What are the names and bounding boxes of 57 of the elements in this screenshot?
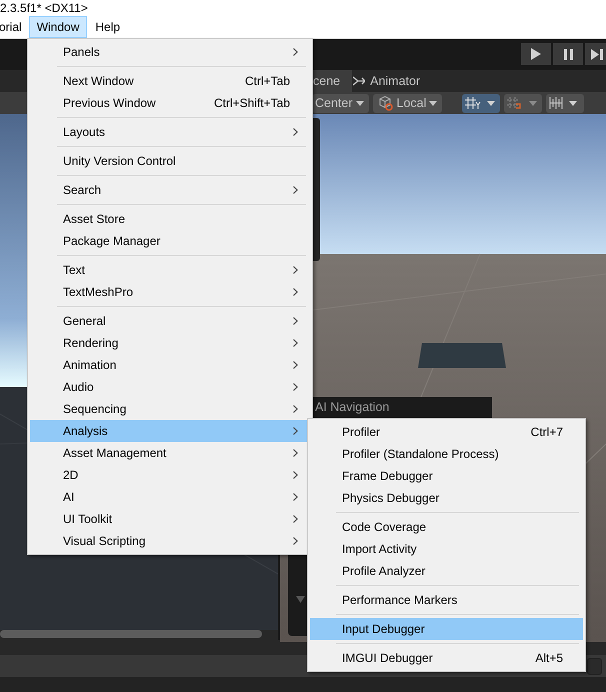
menu-item[interactable]: Analysis — [30, 420, 310, 442]
shortcut-label: Alt+5 — [535, 651, 563, 665]
menu-item[interactable]: Performance Markers — [310, 589, 583, 611]
menu-item[interactable]: Unity Version Control — [30, 150, 310, 172]
menu-bar-item[interactable]: Help — [87, 16, 128, 38]
menu-item[interactable]: Frame Debugger — [310, 465, 583, 487]
menu-item[interactable]: UI Toolkit — [30, 508, 310, 530]
menu-item[interactable]: Audio — [30, 376, 310, 398]
editor-tab[interactable]: Animator — [352, 70, 432, 92]
menu-item[interactable]: General — [30, 310, 310, 332]
menu-item[interactable]: Previous Window Ctrl+Shift+Tab — [30, 92, 310, 114]
menu-item[interactable]: Text — [30, 259, 310, 281]
menu-item[interactable]: Profiler (Standalone Process) — [310, 443, 583, 465]
scroll-bar[interactable] — [0, 630, 262, 638]
pause-icon — [564, 48, 572, 60]
ruler-button[interactable] — [546, 94, 584, 112]
pivot-dropdown[interactable]: Center — [312, 94, 369, 112]
step-icon — [591, 48, 605, 60]
menu-item[interactable]: Asset Store — [30, 208, 310, 230]
menu-item[interactable]: Visual Scripting — [30, 530, 310, 552]
step-button[interactable] — [585, 43, 606, 65]
cube-icon — [378, 95, 394, 111]
menu-item[interactable]: Profile Analyzer — [310, 560, 583, 582]
menu-item[interactable]: Package Manager — [30, 230, 310, 252]
shortcut-label: Ctrl+Shift+Tab — [214, 96, 290, 110]
space-dropdown[interactable]: Local — [372, 94, 442, 112]
menu-item[interactable]: Rendering — [30, 332, 310, 354]
menu-item[interactable]: IMGUI Debugger Alt+5 — [310, 647, 583, 669]
panel-title: AI Navigation — [312, 397, 492, 417]
menu-item[interactable]: Layouts — [30, 121, 310, 143]
play-button[interactable] — [521, 43, 551, 65]
search-field[interactable] — [587, 658, 602, 674]
play-icon — [531, 48, 541, 60]
menu-item[interactable]: Animation — [30, 354, 310, 376]
menu-item[interactable]: Search — [30, 179, 310, 201]
menu-item[interactable]: Code Coverage — [310, 516, 583, 538]
grid-snap-button[interactable] — [462, 94, 500, 112]
menu-item[interactable]: Physics Debugger — [310, 487, 583, 509]
shortcut-label: Ctrl+Tab — [244, 74, 290, 88]
menu-bar-item[interactable]: Window — [28, 16, 88, 38]
caret-icon — [429, 100, 438, 106]
menu-item[interactable]: Sequencing — [30, 398, 310, 420]
window-title: 2.3.5f1* <DX11> — [0, 1, 88, 15]
menu-item[interactable]: Input Debugger — [310, 618, 583, 640]
pause-button[interactable] — [553, 43, 583, 65]
menu-item[interactable]: Import Activity — [310, 538, 583, 560]
menu-item[interactable]: TextMeshPro — [30, 281, 310, 303]
menu-item[interactable]: Next Window Ctrl+Tab — [30, 70, 310, 92]
caret-icon — [356, 100, 364, 106]
menu-item[interactable]: Profiler Ctrl+7 — [310, 421, 583, 443]
menu-item[interactable]: Asset Management — [30, 442, 310, 464]
caret-icon — [296, 596, 305, 603]
editor-tab[interactable]: cene — [312, 70, 352, 92]
menu-item[interactable]: 2D — [30, 464, 310, 486]
animator-icon — [353, 76, 366, 86]
shortcut-label: Ctrl+7 — [530, 425, 563, 439]
menu-item[interactable]: AI — [30, 486, 310, 508]
